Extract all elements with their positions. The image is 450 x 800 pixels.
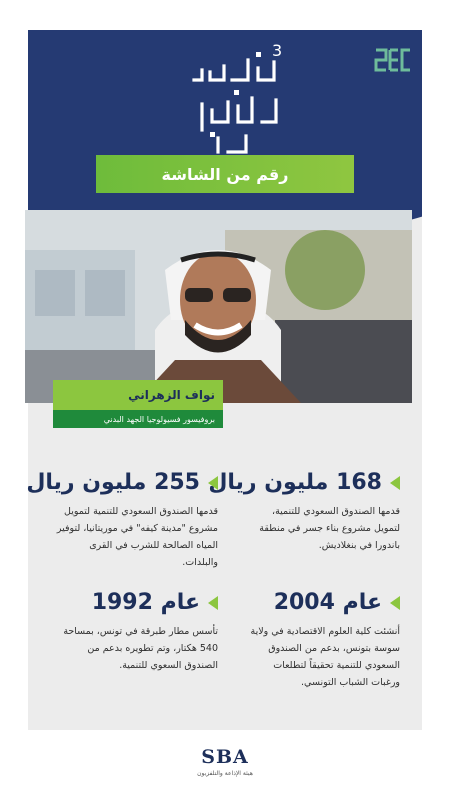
speaker-role: بروفيسور فسيولوجيا الجهد البدني [53,410,223,428]
bullet-triangle-icon [208,475,218,490]
program-logo: 3 [192,41,282,154]
fact-text: أنشئت كلية العلوم الاقتصادية في ولاية سو… [250,626,401,688]
fact-headline: 168 مليون ريال [208,470,382,495]
speaker-name: نواف الزهراني [53,380,223,410]
fact-2: 255 مليون ريال قدمها الصندوق السعودي للت… [26,470,218,571]
logo-number: 3 [272,41,282,60]
footer-logo-mark: SBA [201,746,249,768]
fact-text: تأسس مطار طبرقة في تونس، بمساحة 540 هكتا… [63,626,218,671]
fact-headline: عام 2004 [273,590,382,615]
fact-text: قدمها الصندوق السعودي للتنمية لتمويل مشر… [56,506,218,568]
section-subtitle: رقم من الشاشة [96,155,354,193]
fact-headline: عام 1992 [91,590,200,615]
bullet-triangle-icon [208,595,218,610]
fact-text: قدمها الصندوق السعودي للتنمية، لتمويل مش… [259,506,400,551]
bullet-triangle-icon [390,595,400,610]
brand-logo-icon [374,48,410,72]
fact-1: 168 مليون ريال قدمها الصندوق السعودي للت… [208,470,400,554]
fact-3: عام 2004 أنشئت كلية العلوم الاقتصادية في… [250,590,400,691]
fact-headline: 255 مليون ريال [26,470,200,495]
fact-4: عام 1992 تأسس مطار طبرقة في تونس، بمساحة… [52,590,218,674]
speaker-photo [25,210,412,403]
footer-logo-subtitle: هيئة الإذاعة والتلفزيون [197,770,253,777]
bullet-triangle-icon [390,475,400,490]
footer-logo: SBA هيئة الإذاعة والتلفزيون [190,746,260,777]
